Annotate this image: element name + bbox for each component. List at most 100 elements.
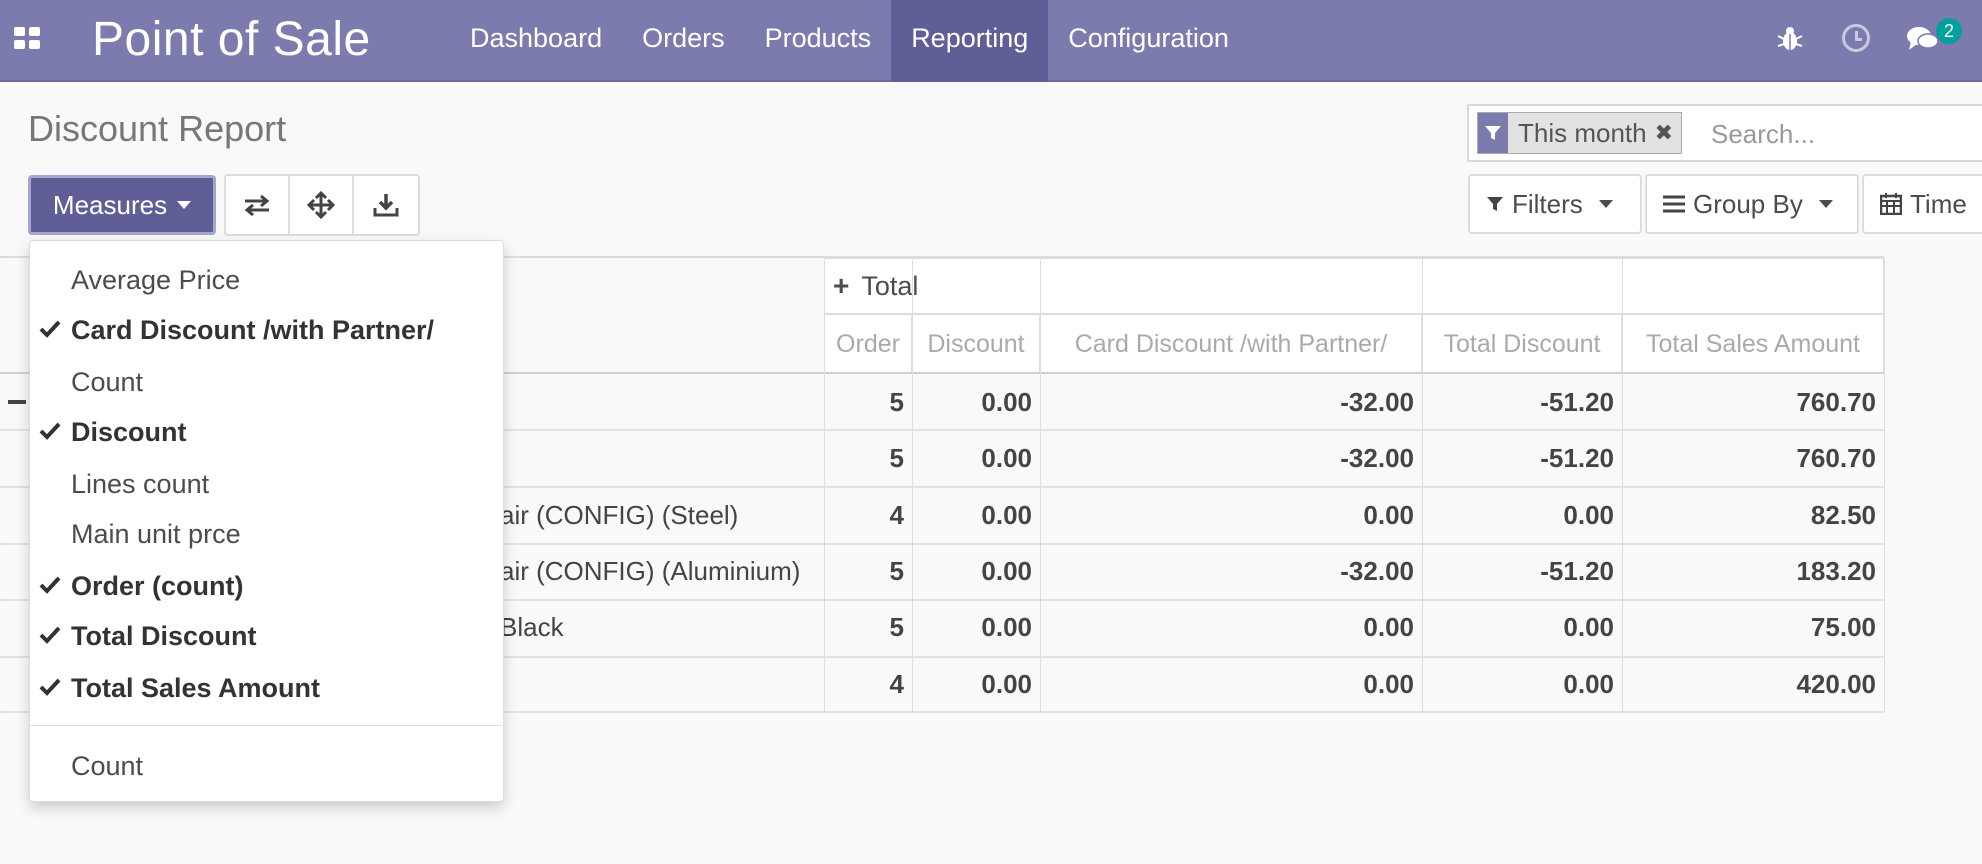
bug-icon[interactable]: [1775, 24, 1805, 54]
measure-header-total-discount[interactable]: Total Discount: [1422, 314, 1622, 374]
pivot-cell[interactable]: 0.00: [1422, 656, 1622, 712]
pivot-cell[interactable]: 0.00: [1422, 487, 1622, 543]
caret-down-icon: [1818, 200, 1833, 208]
download-button[interactable]: [354, 176, 418, 234]
clock-icon[interactable]: [1842, 24, 1870, 52]
pivot-cell[interactable]: 5: [824, 430, 912, 486]
filters-label: Filters: [1512, 188, 1583, 219]
pivot-col-header-total[interactable]: + Total: [824, 258, 1884, 314]
apps-icon[interactable]: [14, 27, 40, 49]
group-by-button[interactable]: Group By: [1645, 174, 1859, 234]
filter-icon: [1478, 113, 1508, 153]
menu-item-reporting[interactable]: Reporting: [891, 0, 1049, 82]
pivot-cell[interactable]: 0.00: [912, 487, 1040, 543]
pivot-cell[interactable]: 0.00: [1040, 599, 1422, 655]
main-menu: Dashboard Orders Products Reporting Conf…: [450, 0, 1249, 82]
measure-option-label: Count: [71, 751, 144, 781]
time-range-button[interactable]: Time: [1862, 174, 1982, 234]
measure-header-discount[interactable]: Discount: [912, 314, 1040, 374]
app-brand: Point of Sale: [92, 13, 371, 66]
pivot-cell[interactable]: 82.50: [1622, 487, 1884, 543]
pivot-cell[interactable]: 0.00: [912, 430, 1040, 486]
bars-icon: [1663, 195, 1685, 213]
pivot-cell[interactable]: -51.20: [1422, 430, 1622, 486]
menu-item-dashboard[interactable]: Dashboard: [450, 0, 622, 82]
pivot-cell[interactable]: 0.00: [912, 656, 1040, 712]
pivot-cell[interactable]: -51.20: [1422, 374, 1622, 430]
measure-option-label: Order (count): [71, 571, 244, 601]
flip-axis-button[interactable]: [226, 176, 290, 234]
close-icon[interactable]: ✖: [1655, 113, 1681, 153]
row-header[interactable]: air (CONFIG) (Aluminium): [500, 543, 800, 599]
collapse-icon[interactable]: [8, 400, 26, 404]
measure-option[interactable]: Discount: [30, 407, 505, 457]
measure-header-order[interactable]: Order: [824, 314, 912, 374]
check-icon: [39, 626, 61, 644]
pivot-cell[interactable]: 75.00: [1622, 599, 1884, 655]
pivot-cell[interactable]: 4: [824, 487, 912, 543]
measure-option[interactable]: Lines count: [30, 459, 505, 509]
measure-option[interactable]: Card Discount /with Partner/: [30, 305, 505, 355]
menu-item-configuration[interactable]: Configuration: [1048, 0, 1249, 82]
measure-option[interactable]: Average Price: [30, 255, 505, 305]
filters-button[interactable]: Filters: [1468, 174, 1642, 234]
check-icon: [39, 678, 61, 696]
menu-item-orders[interactable]: Orders: [622, 0, 745, 82]
check-icon: [39, 576, 61, 594]
pivot-cell[interactable]: 0.00: [912, 374, 1040, 430]
pivot-cell[interactable]: 5: [824, 543, 912, 599]
measure-option[interactable]: Total Sales Amount: [30, 663, 505, 713]
measure-option[interactable]: Order (count): [30, 561, 505, 611]
pivot-cell[interactable]: 0.00: [1040, 487, 1422, 543]
measure-option[interactable]: Total Discount: [30, 611, 505, 661]
download-icon: [373, 194, 399, 217]
pivot-cell[interactable]: 0.00: [1422, 599, 1622, 655]
measures-dropdown: Average Price Card Discount /with Partne…: [29, 240, 505, 802]
caret-down-icon: [177, 201, 192, 209]
measure-option[interactable]: Count: [30, 357, 505, 407]
pivot-cell[interactable]: 183.20: [1622, 543, 1884, 599]
caret-down-icon: [1598, 200, 1613, 208]
check-icon: [39, 320, 61, 338]
row-header[interactable]: Black: [500, 599, 564, 655]
measure-option-label: Average Price: [71, 265, 241, 295]
pivot-cell[interactable]: 4: [824, 656, 912, 712]
plus-icon: +: [833, 270, 850, 301]
pivot-cell[interactable]: 5: [824, 599, 912, 655]
pivot-cell[interactable]: -32.00: [1040, 374, 1422, 430]
pivot-tools: [224, 174, 420, 236]
pivot-cell[interactable]: 0.00: [912, 599, 1040, 655]
pivot-cell[interactable]: 0.00: [912, 543, 1040, 599]
search-input[interactable]: [1711, 116, 1981, 152]
chat-count-badge: 2: [1936, 18, 1962, 44]
search-facet: This month ✖: [1477, 112, 1682, 154]
measure-header-card-discount[interactable]: Card Discount /with Partner/: [1040, 314, 1422, 374]
pivot-cell[interactable]: -32.00: [1040, 543, 1422, 599]
measure-option-label: Card Discount /with Partner/: [71, 315, 435, 345]
measure-option-count[interactable]: Count: [30, 741, 505, 791]
pivot-cell[interactable]: 760.70: [1622, 430, 1884, 486]
expand-all-button[interactable]: [290, 176, 354, 234]
pivot-cell[interactable]: -32.00: [1040, 430, 1422, 486]
measure-header-total-sales[interactable]: Total Sales Amount: [1622, 314, 1884, 374]
menu-item-products[interactable]: Products: [745, 0, 892, 82]
pivot-cell[interactable]: 760.70: [1622, 374, 1884, 430]
pivot-cell[interactable]: -51.20: [1422, 543, 1622, 599]
calendar-icon: [1880, 193, 1902, 215]
check-icon: [39, 422, 61, 440]
top-navbar: Point of Sale Dashboard Orders Products …: [0, 0, 1982, 82]
measures-button[interactable]: Measures: [28, 175, 216, 235]
measure-option-label: Main unit prce: [71, 519, 241, 549]
facet-label: This month: [1518, 118, 1647, 148]
expand-all-icon: [307, 191, 335, 219]
measures-button-label: Measures: [52, 189, 168, 220]
measure-option-label: Count: [71, 367, 144, 397]
row-header[interactable]: air (CONFIG) (Steel): [500, 487, 738, 543]
pivot-cell[interactable]: 420.00: [1622, 656, 1884, 712]
pivot-cell[interactable]: 5: [824, 374, 912, 430]
chat-icon[interactable]: [1906, 24, 1940, 54]
dropdown-divider: [30, 725, 505, 726]
time-label: Time: [1910, 188, 1967, 219]
measure-option[interactable]: Main unit prce: [30, 509, 505, 559]
pivot-cell[interactable]: 0.00: [1040, 656, 1422, 712]
